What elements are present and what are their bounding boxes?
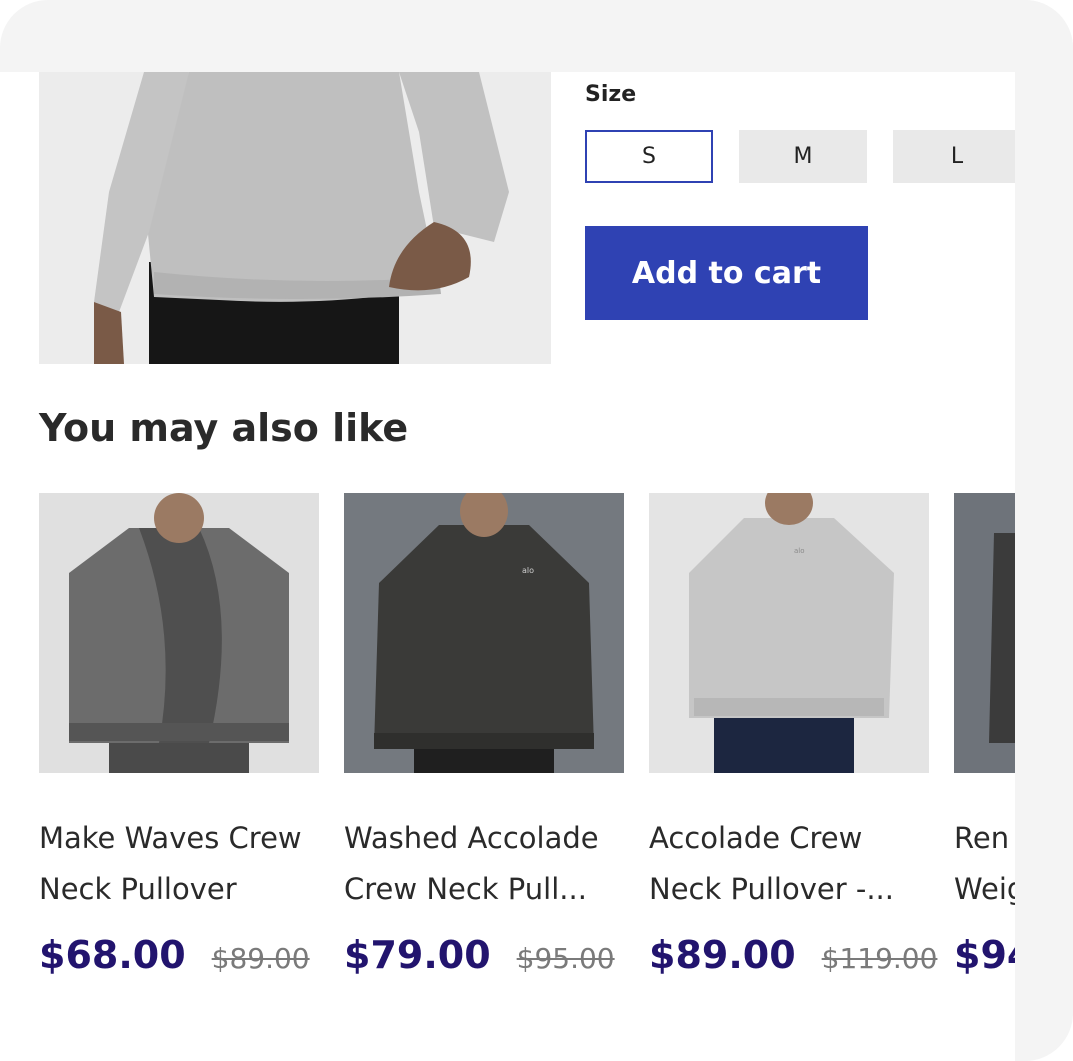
product-original-price: $119.00	[821, 942, 938, 975]
product-price: $89.00	[649, 933, 796, 977]
product-card[interactable]: Make Waves Crew Neck Pullover $68.00 $89…	[39, 493, 319, 977]
product-card[interactable]: Ren Weig $94	[954, 493, 1015, 977]
product-prices: $68.00 $89.00	[39, 933, 319, 977]
page-viewport: Size S M L Add to cart You may also like…	[0, 72, 1015, 1061]
product-original-price: $95.00	[516, 942, 615, 975]
add-to-cart-button[interactable]: Add to cart	[585, 226, 868, 320]
product-name[interactable]: Washed Accolade Crew Neck Pull...	[344, 813, 624, 915]
product-card[interactable]: alo Accolade Crew Neck Pullover -... $89…	[649, 493, 937, 977]
product-card-image[interactable]: alo	[344, 493, 624, 773]
svg-text:alo: alo	[794, 547, 805, 555]
product-card-image[interactable]	[39, 493, 319, 773]
product-prices: $94	[954, 933, 1015, 977]
section-title: You may also like	[39, 406, 409, 450]
size-option-l[interactable]: L	[893, 130, 1015, 183]
product-price: $94	[954, 933, 1015, 977]
product-prices: $89.00 $119.00	[649, 933, 937, 977]
product-card-image[interactable]	[954, 493, 1015, 773]
product-name[interactable]: Accolade Crew Neck Pullover -...	[649, 813, 929, 915]
product-original-price: $89.00	[211, 942, 310, 975]
product-card-image[interactable]: alo	[649, 493, 929, 773]
product-name[interactable]: Ren Weig	[954, 813, 1015, 915]
size-label: Size	[585, 82, 637, 107]
size-option-s[interactable]: S	[585, 130, 713, 183]
product-card[interactable]: alo Washed Accolade Crew Neck Pull... $7…	[344, 493, 624, 977]
size-option-m[interactable]: M	[739, 130, 867, 183]
product-name[interactable]: Make Waves Crew Neck Pullover	[39, 813, 319, 915]
product-prices: $79.00 $95.00	[344, 933, 624, 977]
device-frame-top	[0, 0, 1073, 72]
product-image	[39, 72, 551, 364]
svg-text:alo: alo	[522, 566, 534, 575]
product-price: $68.00	[39, 933, 186, 977]
product-price: $79.00	[344, 933, 491, 977]
device-frame-right	[1015, 0, 1073, 1061]
